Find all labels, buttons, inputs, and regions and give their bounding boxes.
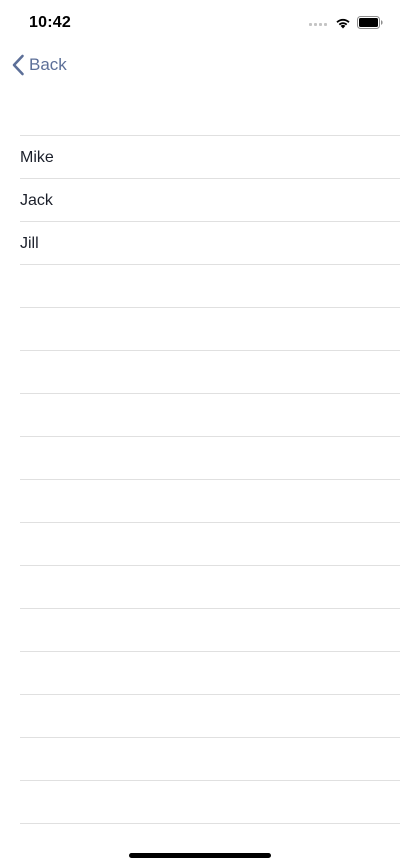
status-icons [309,15,383,29]
empty-list-row [20,694,400,737]
empty-list-row [20,436,400,479]
empty-list-row [20,522,400,565]
list-item[interactable]: Mike [20,135,400,178]
cellular-signal-icon [309,18,329,26]
empty-list-row [20,780,400,823]
home-indicator[interactable] [129,853,271,858]
empty-list-row [20,479,400,522]
screen: 10:42 Back Mike Jack Jill [0,0,400,866]
empty-list-row [20,651,400,694]
empty-list-row [20,737,400,780]
empty-list-row [20,608,400,651]
list-item-label: Jack [20,192,53,209]
chevron-left-icon [12,54,24,76]
navigation-bar: Back [0,46,400,90]
status-bar: 10:42 [0,0,400,46]
name-list: Mike Jack Jill [0,135,400,824]
battery-icon [357,15,383,29]
back-button[interactable]: Back [11,53,67,77]
empty-list-row [20,350,400,393]
empty-list-row [20,307,400,350]
list-item-label: Mike [20,149,54,166]
back-button-label: Back [29,55,67,74]
wifi-icon [336,18,350,28]
list-item[interactable]: Jack [20,178,400,221]
list-divider [20,823,400,824]
list-item[interactable]: Jill [20,221,400,264]
empty-list-row [20,264,400,307]
list-item-label: Jill [20,235,39,252]
status-time: 10:42 [29,14,71,31]
empty-list-row [20,565,400,608]
empty-list-row [20,393,400,436]
